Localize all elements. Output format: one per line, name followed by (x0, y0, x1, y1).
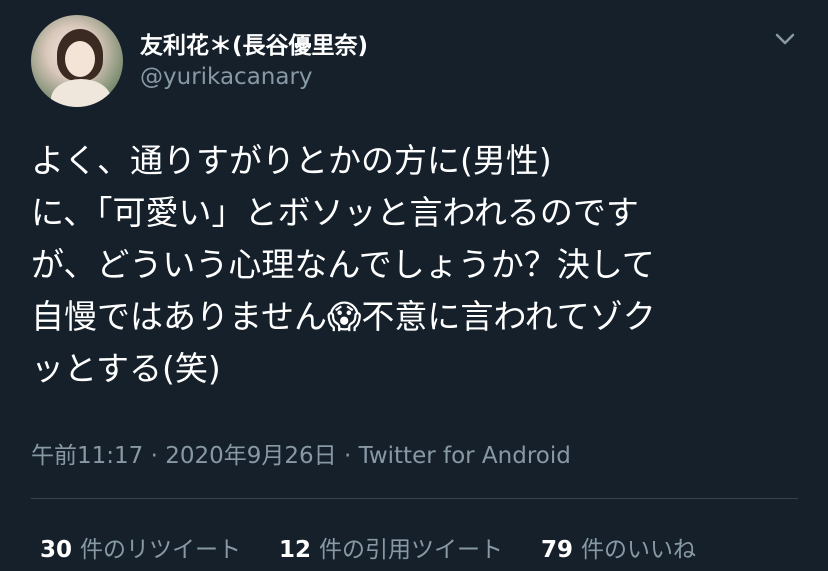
meta-separator: · (336, 443, 359, 469)
avatar-body (51, 79, 111, 107)
quote-label: 件の引用ツイート (319, 537, 504, 563)
like-label: 件のいいね (581, 537, 697, 563)
tweet-stats: 30 件のリツイート 12 件の引用ツイート 79 件のいいね (40, 530, 800, 564)
avatar-face (65, 41, 95, 77)
tweet-timestamp[interactable]: 午前11:17 · 2020年9月26日 (31, 443, 337, 469)
divider (31, 498, 798, 499)
display-name[interactable]: 友利花＊(長谷優里奈) (140, 26, 368, 60)
retweet-label: 件のリツイート (80, 537, 242, 563)
more-options-button[interactable] (770, 26, 800, 50)
retweet-count: 30 (40, 537, 73, 563)
chevron-down-icon (775, 33, 795, 45)
likes-stat[interactable]: 79 件のいいね (541, 530, 696, 564)
user-handle[interactable]: @yurikacanary (140, 64, 313, 90)
quotes-stat[interactable]: 12 件の引用ツイート (279, 530, 503, 564)
avatar[interactable] (31, 15, 123, 107)
tweet-text: よく、通りすがりとかの方に(男性) に、「可愛い」とボソッと言われるのです が、… (31, 141, 656, 388)
tweet-meta: 午前11:17 · 2020年9月26日 · Twitter for Andro… (31, 436, 571, 470)
tweet-card: 友利花＊(長谷優里奈) @yurikacanary よく、通りすがりとかの方に(… (0, 0, 828, 571)
like-count: 79 (541, 537, 574, 563)
quote-count: 12 (279, 537, 312, 563)
tweet-source[interactable]: Twitter for Android (359, 443, 571, 469)
retweets-stat[interactable]: 30 件のリツイート (40, 530, 241, 564)
